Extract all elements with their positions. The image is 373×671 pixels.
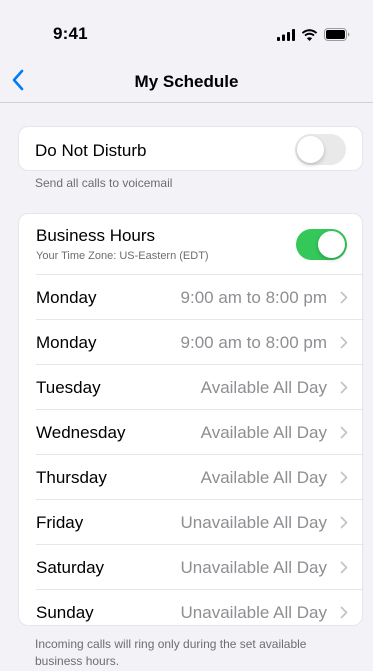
schedule-row-monday[interactable]: Monday 9:00 am to 8:00 pm xyxy=(36,274,364,319)
do-not-disturb-toggle[interactable] xyxy=(295,134,346,165)
schedule-row-thursday[interactable]: Thursday Available All Day xyxy=(36,454,364,499)
schedule-row-wednesday[interactable]: Wednesday Available All Day xyxy=(36,409,364,454)
do-not-disturb-card: Do Not Disturb xyxy=(18,126,363,171)
do-not-disturb-footnote: Send all calls to voicemail xyxy=(35,176,173,190)
business-hours-footnote: Incoming calls will ring only during the… xyxy=(35,637,307,668)
do-not-disturb-label: Do Not Disturb xyxy=(35,141,147,160)
hours-value: Available All Day xyxy=(200,468,327,487)
wifi-icon xyxy=(301,28,318,41)
chevron-right-icon xyxy=(340,381,348,394)
schedule-row-sunday[interactable]: Sunday Unavailable All Day xyxy=(36,589,364,634)
schedule-row-friday[interactable]: Friday Unavailable All Day xyxy=(36,499,364,544)
status-icons xyxy=(277,28,351,41)
day-label: Sunday xyxy=(36,603,94,622)
schedule-row-monday[interactable]: Monday 9:00 am to 8:00 pm xyxy=(36,319,364,364)
hours-value: Unavailable All Day xyxy=(180,603,327,622)
hours-value: 9:00 am to 8:00 pm xyxy=(180,288,327,307)
chevron-right-icon xyxy=(340,561,348,574)
business-hours-title: Business Hours xyxy=(36,226,156,245)
hours-value: 9:00 am to 8:00 pm xyxy=(180,333,327,352)
toggle-knob xyxy=(297,136,324,163)
schedule-row-tuesday[interactable]: Tuesday Available All Day xyxy=(36,364,364,409)
signal-icon xyxy=(277,28,295,41)
chevron-right-icon xyxy=(340,471,348,484)
business-hours-card: Business Hours Your Time Zone: US-Easter… xyxy=(18,213,364,626)
navigation-bar: My Schedule xyxy=(0,62,373,103)
hours-value: Unavailable All Day xyxy=(180,513,327,532)
chevron-right-icon xyxy=(340,291,348,304)
day-label: Wednesday xyxy=(36,423,126,442)
chevron-right-icon xyxy=(340,516,348,529)
chevron-right-icon xyxy=(340,426,348,439)
hours-value: Available All Day xyxy=(200,423,327,442)
status-bar: 9:41 xyxy=(0,0,373,62)
chevron-right-icon xyxy=(340,336,348,349)
toggle-knob xyxy=(318,231,345,258)
day-label: Saturday xyxy=(36,558,105,577)
schedule-row-saturday[interactable]: Saturday Unavailable All Day xyxy=(36,544,364,589)
day-label: Tuesday xyxy=(36,378,101,397)
page-title: My Schedule xyxy=(134,72,239,91)
day-label: Monday xyxy=(36,288,97,307)
time-zone-label: Your Time Zone: US-Eastern (EDT) xyxy=(36,250,209,262)
status-time: 9:41 xyxy=(53,24,88,43)
battery-icon xyxy=(324,28,350,41)
business-hours-toggle[interactable] xyxy=(296,229,347,260)
day-label: Friday xyxy=(36,513,84,532)
day-label: Monday xyxy=(36,333,97,352)
hours-value: Unavailable All Day xyxy=(180,558,327,577)
chevron-right-icon xyxy=(340,606,348,619)
day-label: Thursday xyxy=(36,468,107,487)
schedule-list: Monday 9:00 am to 8:00 pm Monday 9:00 am… xyxy=(19,274,364,634)
hours-value: Available All Day xyxy=(200,378,327,397)
